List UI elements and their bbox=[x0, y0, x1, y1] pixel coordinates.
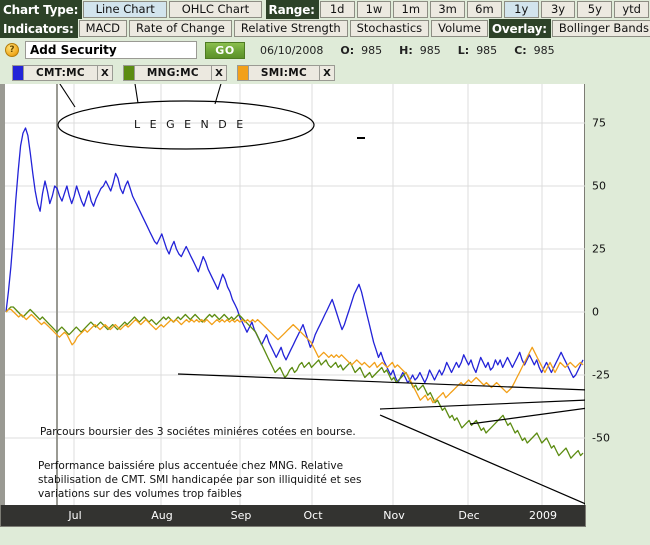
x-axis: Jul Aug Sep Oct Nov Dec 2009 bbox=[0, 505, 586, 527]
open-value: 985 bbox=[361, 43, 383, 57]
legend-ellipse-label: L E G E N D E bbox=[134, 118, 247, 131]
x-axis-tick-label: Aug bbox=[151, 509, 173, 522]
low-value: 985 bbox=[476, 43, 498, 57]
annotation-note-1: Parcours boursier des 3 sociétes miniére… bbox=[40, 426, 356, 438]
indicators-toolbar: Indicators: MACD Rate of Change Relative… bbox=[0, 19, 650, 38]
add-security-toolbar: ? GO 06/10/2008 O: 985 H: 985 L: 985 C: … bbox=[0, 38, 650, 62]
close-icon-cmt[interactable]: X bbox=[96, 66, 112, 80]
x-axis-tick-label: Sep bbox=[230, 509, 252, 522]
y-axis-rail bbox=[0, 84, 5, 521]
security-chip-cmt[interactable]: CMT:MC X bbox=[12, 65, 113, 81]
series-color-swatch-cmt bbox=[13, 66, 24, 80]
series-line-cmt bbox=[5, 127, 584, 384]
chart-type-line-chart-button[interactable]: Line Chart bbox=[83, 1, 168, 18]
indicators-label: Indicators: bbox=[0, 19, 78, 38]
annotation-note-2-line-1: Performance baissiére plus accentuée che… bbox=[38, 460, 344, 472]
quote-date: 06/10/2008 bbox=[260, 43, 324, 57]
high-key-label: H: bbox=[399, 43, 413, 57]
y-axis-tick-label: 75 bbox=[592, 116, 606, 130]
close-value: 985 bbox=[533, 43, 555, 57]
range-button-3m[interactable]: 3m bbox=[430, 1, 465, 18]
open-key-label: O: bbox=[340, 43, 355, 57]
indicator-button-macd[interactable]: MACD bbox=[78, 20, 128, 37]
series-color-swatch-smi bbox=[237, 66, 249, 80]
overlay-button-bollinger-bands[interactable]: Bollinger Bands bbox=[551, 20, 650, 37]
security-chips-row: CMT:MC X MNG:MC X SMI:MC X bbox=[0, 62, 650, 84]
security-chip-smi[interactable]: SMI:MC X bbox=[236, 65, 335, 81]
legend-leader-line-0 bbox=[59, 84, 76, 108]
indicator-button-stochastics[interactable]: Stochastics bbox=[349, 20, 430, 37]
y-axis-tick-label: 25 bbox=[592, 242, 606, 256]
go-button[interactable]: GO bbox=[205, 41, 245, 59]
security-chip-mng[interactable]: MNG:MC X bbox=[122, 65, 227, 81]
range-button-1d[interactable]: 1d bbox=[319, 1, 355, 18]
chart-type-label: Chart Type: bbox=[0, 0, 83, 19]
smi-wedge-lower-trendline bbox=[379, 399, 585, 410]
range-button-1y[interactable]: 1y bbox=[503, 1, 539, 18]
security-chip-label-cmt: CMT:MC bbox=[36, 67, 85, 79]
close-key-label: C: bbox=[514, 43, 527, 57]
x-axis-tick-label: Nov bbox=[383, 509, 405, 522]
chart-svg bbox=[0, 84, 585, 521]
close-icon-mng[interactable]: X bbox=[210, 66, 226, 80]
range-button-5y[interactable]: 5y bbox=[577, 1, 613, 18]
series-color-swatch-mng bbox=[123, 66, 135, 80]
annotation-note-2-line-2: stabilisation de CMT. SMI handicapée par… bbox=[38, 474, 362, 486]
overlay-label: Overlay: bbox=[488, 19, 551, 38]
y-axis-tick-label: -50 bbox=[592, 431, 610, 445]
x-axis-tick-label: Dec bbox=[458, 509, 480, 522]
y-axis-tick-label: 50 bbox=[592, 179, 606, 193]
indicator-button-relative-strength[interactable]: Relative Strength bbox=[233, 20, 348, 37]
chart-application-window: Chart Type: Line Chart OHLC Chart Range:… bbox=[0, 0, 650, 545]
range-button-1m[interactable]: 1m bbox=[393, 1, 429, 18]
x-axis-tick-label: Oct bbox=[303, 509, 323, 522]
y-axis-tick-label: -25 bbox=[592, 368, 610, 382]
cmt-descending-trendline bbox=[177, 373, 585, 391]
y-axis: 75 50 25 0 -25 -50 bbox=[588, 84, 650, 521]
add-security-input[interactable] bbox=[25, 41, 197, 59]
close-icon-smi[interactable]: X bbox=[319, 66, 334, 80]
security-chip-label-smi: SMI:MC bbox=[260, 67, 307, 79]
smi-wedge-upper-trendline bbox=[469, 407, 585, 425]
indicator-button-rate-of-change[interactable]: Rate of Change bbox=[129, 20, 232, 37]
legend-leader-line-1 bbox=[134, 84, 139, 104]
x-axis-tick-label: 2009 bbox=[529, 509, 557, 522]
range-button-3y[interactable]: 3y bbox=[540, 1, 576, 18]
question-mark-icon[interactable]: ? bbox=[5, 43, 19, 57]
price-chart-plot-area[interactable]: L E G E N D E Parcours boursier des 3 so… bbox=[0, 84, 585, 521]
range-label: Range: bbox=[265, 0, 319, 19]
range-button-ytd[interactable]: ytd bbox=[614, 1, 650, 18]
low-key-label: L: bbox=[457, 43, 470, 57]
indicator-button-volume[interactable]: Volume bbox=[431, 20, 488, 37]
range-button-6m[interactable]: 6m bbox=[467, 1, 502, 18]
x-axis-tick-label: Jul bbox=[68, 509, 82, 522]
chart-type-ohlc-chart-button[interactable]: OHLC Chart bbox=[169, 1, 262, 18]
y-axis-tick-label: 0 bbox=[592, 305, 599, 319]
legend-leader-line-2 bbox=[214, 84, 222, 105]
chart-type-toolbar: Chart Type: Line Chart OHLC Chart Range:… bbox=[0, 0, 650, 19]
annotation-note-2-line-3: variations sur des volumes trop faibles bbox=[38, 488, 242, 500]
range-button-1w[interactable]: 1w bbox=[356, 1, 392, 18]
security-chip-label-mng: MNG:MC bbox=[146, 67, 199, 79]
high-value: 985 bbox=[419, 43, 441, 57]
